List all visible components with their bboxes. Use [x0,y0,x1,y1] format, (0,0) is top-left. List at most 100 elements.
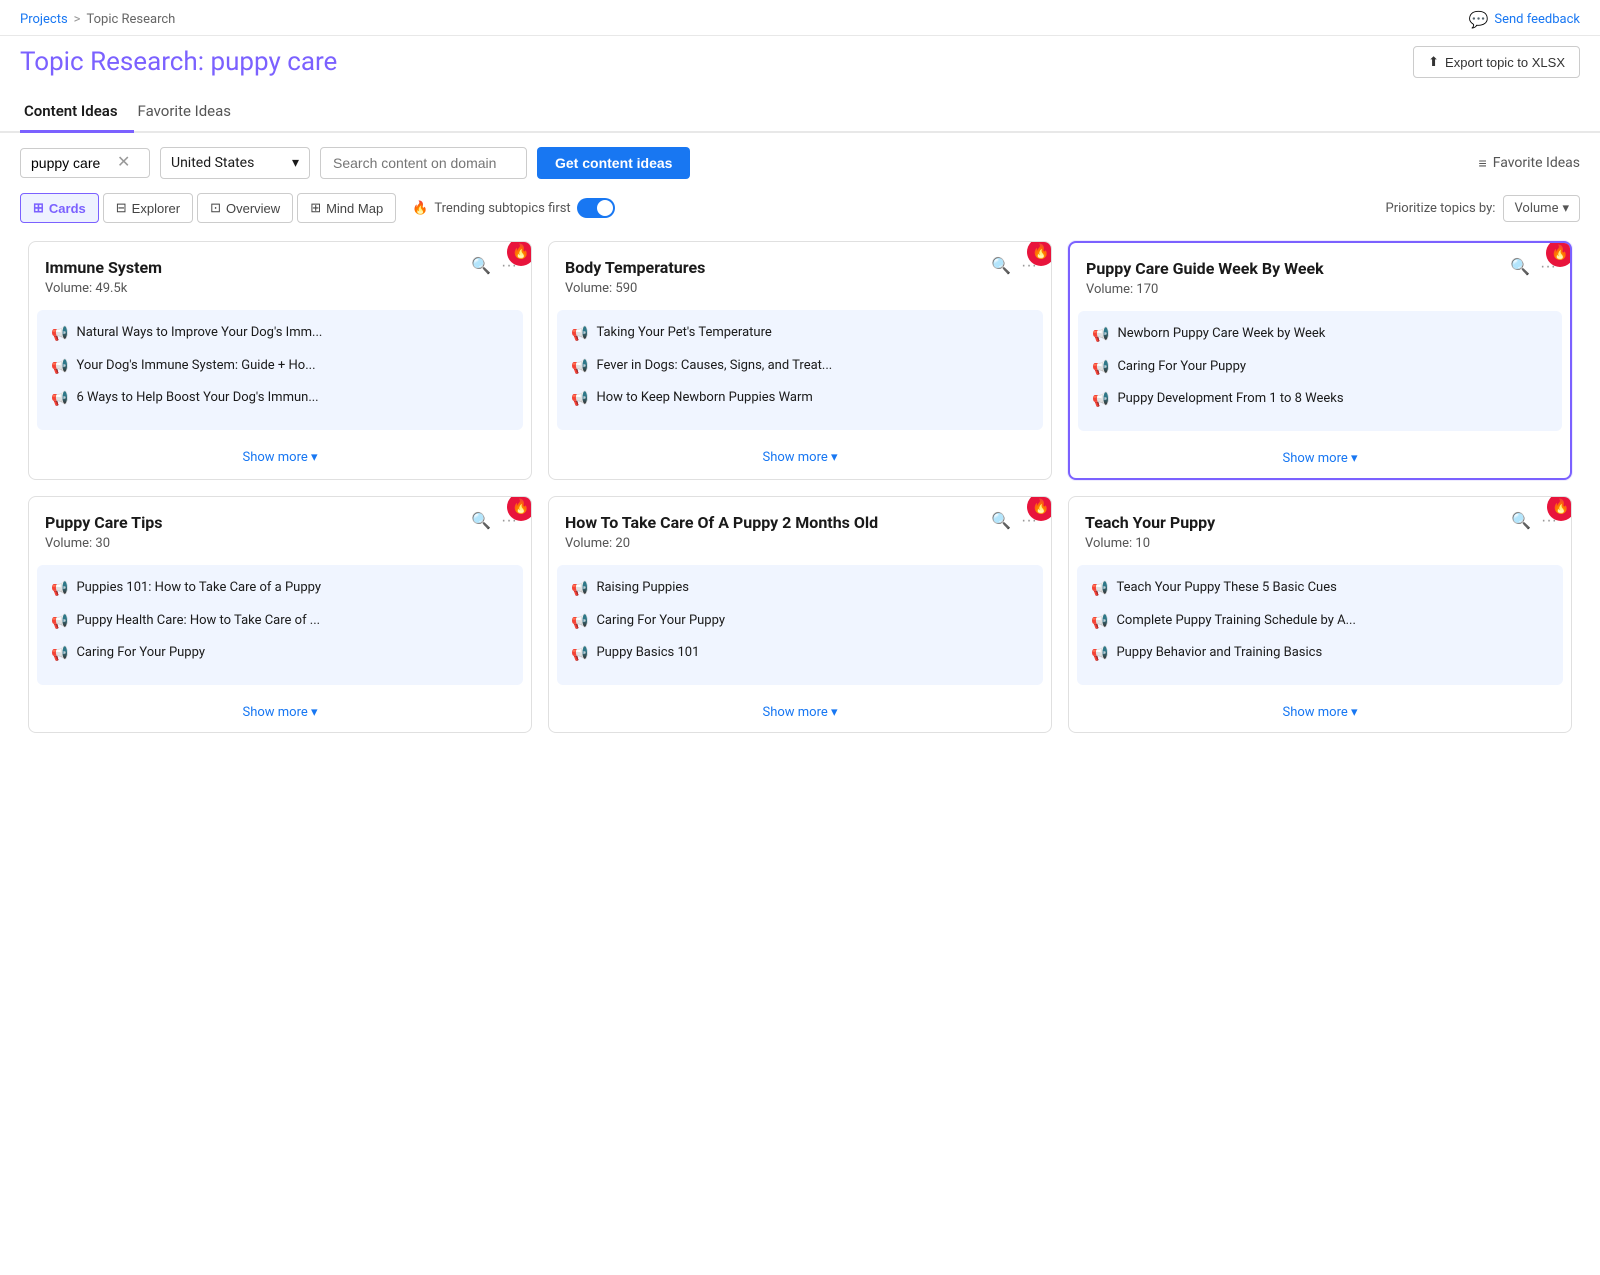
megaphone-icon: 📢 [1092,391,1109,411]
card-item: 📢 Taking Your Pet's Temperature [571,324,1029,345]
fire-icon-trending: 🔥 [412,201,428,216]
get-ideas-button[interactable]: Get content ideas [537,147,690,179]
card-item-text: Newborn Puppy Care Week by Week [1117,325,1325,343]
export-button[interactable]: ⬆ Export topic to XLSX [1413,46,1580,78]
fire-icon: 🔥 [512,499,529,515]
megaphone-icon: 📢 [571,325,588,345]
card-item: 📢 Puppy Behavior and Training Basics [1091,644,1549,665]
megaphone-icon: 📢 [571,358,588,378]
breadcrumb-projects[interactable]: Projects [20,12,68,27]
show-more-button[interactable]: Show more ▾ [549,438,1051,477]
list-icon: ≡ [1479,155,1487,172]
card-item: 📢 Caring For Your Puppy [571,612,1029,633]
card-item: 📢 Puppy Development From 1 to 8 Weeks [1092,390,1548,411]
card-header: Immune System Volume: 49.5k 🔍 ··· [29,242,531,302]
megaphone-icon: 📢 [51,325,68,345]
card-item-text: Raising Puppies [596,579,689,597]
toggle-knob [597,200,613,216]
overview-view-icon: ⊡ [210,200,221,216]
card-item-text: Puppy Health Care: How to Take Care of .… [76,612,320,630]
trending-badge: 🔥 [1027,496,1052,521]
card-title: Teach Your Puppy [1085,513,1555,532]
show-more-button[interactable]: Show more ▾ [29,693,531,732]
topic-search-input[interactable] [31,155,111,171]
prioritize-wrap: Prioritize topics by: Volume ▾ [1386,195,1580,222]
card-item: 📢 Raising Puppies [571,579,1029,600]
card-item-text: Fever in Dogs: Causes, Signs, and Treat.… [596,357,832,375]
fire-icon: 🔥 [1551,245,1568,261]
top-bar: Projects > Topic Research 💬 Send feedbac… [0,0,1600,36]
fire-icon: 🔥 [512,244,529,260]
trending-badge: 🔥 [1547,496,1572,521]
view-explorer-button[interactable]: ⊟ Explorer [103,193,193,223]
view-overview-button[interactable]: ⊡ Overview [197,193,293,223]
send-feedback-label: Send feedback [1494,12,1580,27]
export-icon: ⬆ [1428,54,1439,70]
trending-badge: 🔥 [507,241,532,266]
favorite-ideas-link[interactable]: ≡ Favorite Ideas [1479,155,1580,172]
cards-view-icon: ⊞ [33,200,44,216]
megaphone-icon: 📢 [571,613,588,633]
card-volume: Volume: 10 [1085,536,1555,551]
card-item: 📢 Puppies 101: How to Take Care of a Pup… [51,579,509,600]
domain-search-input[interactable] [320,147,527,179]
card-header: Puppy Care Guide Week By Week Volume: 17… [1070,243,1570,303]
view-mindmap-button[interactable]: ⊞ Mind Map [297,193,396,223]
card-header: Puppy Care Tips Volume: 30 🔍 ··· [29,497,531,557]
card-title: How To Take Care Of A Puppy 2 Months Old [565,513,1035,532]
volume-value: Volume [1514,201,1558,216]
card-item: 📢 Newborn Puppy Care Week by Week [1092,325,1548,346]
breadcrumb-current: Topic Research [86,12,175,27]
view-options: ⊞ Cards ⊟ Explorer ⊡ Overview ⊞ Mind Map [20,193,396,223]
card-4: 🔥 Puppy Care Tips Volume: 30 🔍 ··· 📢 Pup… [28,496,532,733]
trending-toggle[interactable] [577,198,615,218]
card-6: 🔥 Teach Your Puppy Volume: 10 🔍 ··· 📢 Te… [1068,496,1572,733]
trending-toggle-wrap: 🔥 Trending subtopics first [412,198,615,218]
show-more-button[interactable]: Show more ▾ [1070,439,1570,478]
fire-icon: 🔥 [1552,499,1569,515]
card-title: Immune System [45,258,515,277]
page-title: Topic Research: puppy care [20,47,337,77]
tab-content-ideas[interactable]: Content Ideas [20,92,134,133]
card-item-text: Puppy Behavior and Training Basics [1116,644,1322,662]
card-search-button[interactable]: 🔍 [989,254,1013,278]
card-header: Body Temperatures Volume: 590 🔍 ··· [549,242,1051,302]
fire-icon: 🔥 [1032,499,1049,515]
country-value: United States [171,155,254,171]
card-5: 🔥 How To Take Care Of A Puppy 2 Months O… [548,496,1052,733]
card-search-button[interactable]: 🔍 [1508,255,1532,279]
view-cards-button[interactable]: ⊞ Cards [20,193,99,223]
show-more-button[interactable]: Show more ▾ [29,438,531,477]
card-header: Teach Your Puppy Volume: 10 🔍 ··· [1069,497,1571,557]
card-item-text: Puppy Development From 1 to 8 Weeks [1117,390,1343,408]
breadcrumb: Projects > Topic Research [20,12,175,27]
card-item-text: Natural Ways to Improve Your Dog's Imm..… [76,324,322,342]
megaphone-icon: 📢 [51,358,68,378]
card-item-text: Caring For Your Puppy [76,644,205,662]
explorer-view-icon: ⊟ [116,200,127,216]
send-feedback-link[interactable]: 💬 Send feedback [1468,10,1580,29]
megaphone-icon: 📢 [571,390,588,410]
card-item: 📢 Teach Your Puppy These 5 Basic Cues [1091,579,1549,600]
card-search-button[interactable]: 🔍 [469,254,493,278]
card-item-text: Teach Your Puppy These 5 Basic Cues [1116,579,1336,597]
card-search-button[interactable]: 🔍 [1509,509,1533,533]
trending-badge: 🔥 [1027,241,1052,266]
card-volume: Volume: 590 [565,281,1035,296]
title-bar: Topic Research: puppy care ⬆ Export topi… [0,36,1600,92]
show-more-button[interactable]: Show more ▾ [1069,693,1571,732]
card-search-button[interactable]: 🔍 [989,509,1013,533]
prioritize-volume-select[interactable]: Volume ▾ [1503,195,1580,222]
card-volume: Volume: 20 [565,536,1035,551]
card-item-text: Your Dog's Immune System: Guide + Ho... [76,357,315,375]
card-volume: Volume: 170 [1086,282,1554,297]
tab-favorite-ideas[interactable]: Favorite Ideas [134,92,248,133]
card-item-text: Complete Puppy Training Schedule by A... [1116,612,1355,630]
card-volume: Volume: 30 [45,536,515,551]
show-more-button[interactable]: Show more ▾ [549,693,1051,732]
card-search-button[interactable]: 🔍 [469,509,493,533]
card-content: 📢 Puppies 101: How to Take Care of a Pup… [37,565,523,685]
megaphone-icon: 📢 [571,645,588,665]
clear-search-button[interactable]: ✕ [117,155,130,171]
country-selector[interactable]: United States ▾ [160,147,310,179]
